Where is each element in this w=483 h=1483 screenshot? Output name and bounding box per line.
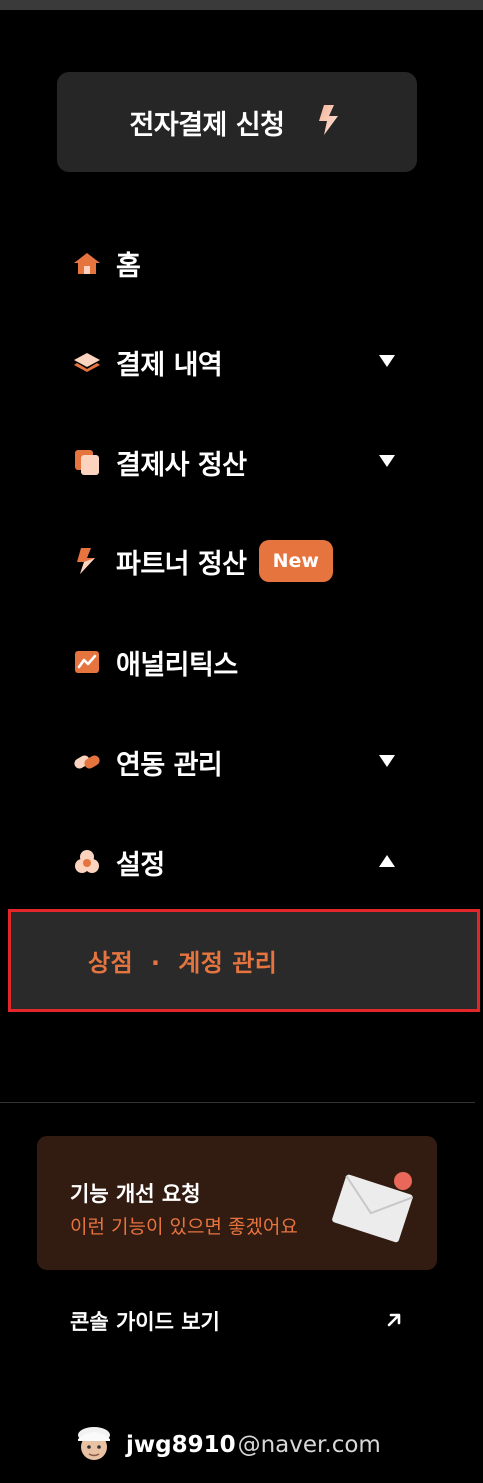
avatar [78,1427,110,1460]
chart-icon [72,647,102,677]
apply-payment-label: 전자결제 신청 [129,109,285,141]
chevron-down-icon[interactable] [378,453,396,469]
subitem-label: 상점 · 계정 관리 [88,949,278,977]
home-icon [72,248,102,278]
window-top-bar [0,0,483,10]
envelope-icon [332,1172,414,1243]
nav-item-home[interactable]: 홈 [72,243,402,283]
nav-label: 파트너 정산 [116,548,247,580]
chevron-down-icon[interactable] [378,353,396,369]
nav-label: 결제사 정산 [116,449,247,481]
apply-payment-button[interactable]: 전자결제 신청 [57,72,417,172]
feature-request-title: 기능 개선 요청 [70,1182,201,1206]
nav-label: 애널리틱스 [116,649,238,681]
nav-item-pg-settlement[interactable]: 결제사 정산 [72,442,402,482]
nav-item-partner-settlement[interactable]: 파트너 정산 New [72,540,402,582]
feature-request-card[interactable]: 기능 개선 요청 이런 기능이 있으면 좋겠어요 [37,1136,437,1270]
bolt-icon [72,546,102,576]
lightning-icon [314,103,344,141]
console-guide-link[interactable]: 콘솔 가이드 보기 [70,1303,410,1339]
link-icon [72,747,102,777]
user-profile[interactable]: jwg8910 @naver.com [72,1422,381,1468]
user-domain: @naver.com [237,1432,381,1458]
nav-label: 설정 [116,849,165,881]
divider [0,1102,475,1103]
console-guide-label: 콘솔 가이드 보기 [70,1310,220,1334]
settings-icon [72,847,102,877]
nav-item-settings[interactable]: 설정 [72,842,402,882]
chevron-up-icon[interactable] [378,853,396,869]
nav-label: 결제 내역 [116,349,223,381]
feature-request-subtitle: 이런 기능이 있으면 좋겠어요 [70,1216,298,1238]
username: jwg8910 [126,1432,236,1458]
chevron-down-icon[interactable] [378,753,396,769]
copy-icon [72,447,102,477]
nav-item-analytics[interactable]: 애널리틱스 [72,642,402,682]
new-badge: New [258,540,333,582]
nav-label: 홈 [116,250,141,282]
layers-icon [72,347,102,377]
nav-item-integration[interactable]: 연동 관리 [72,742,402,782]
nav-item-payment-history[interactable]: 결제 내역 [72,342,402,382]
external-arrow-icon [387,1313,401,1327]
sidebar-subitem-store-account[interactable]: 상점 · 계정 관리 [8,909,480,1012]
nav-label: 연동 관리 [116,749,223,781]
